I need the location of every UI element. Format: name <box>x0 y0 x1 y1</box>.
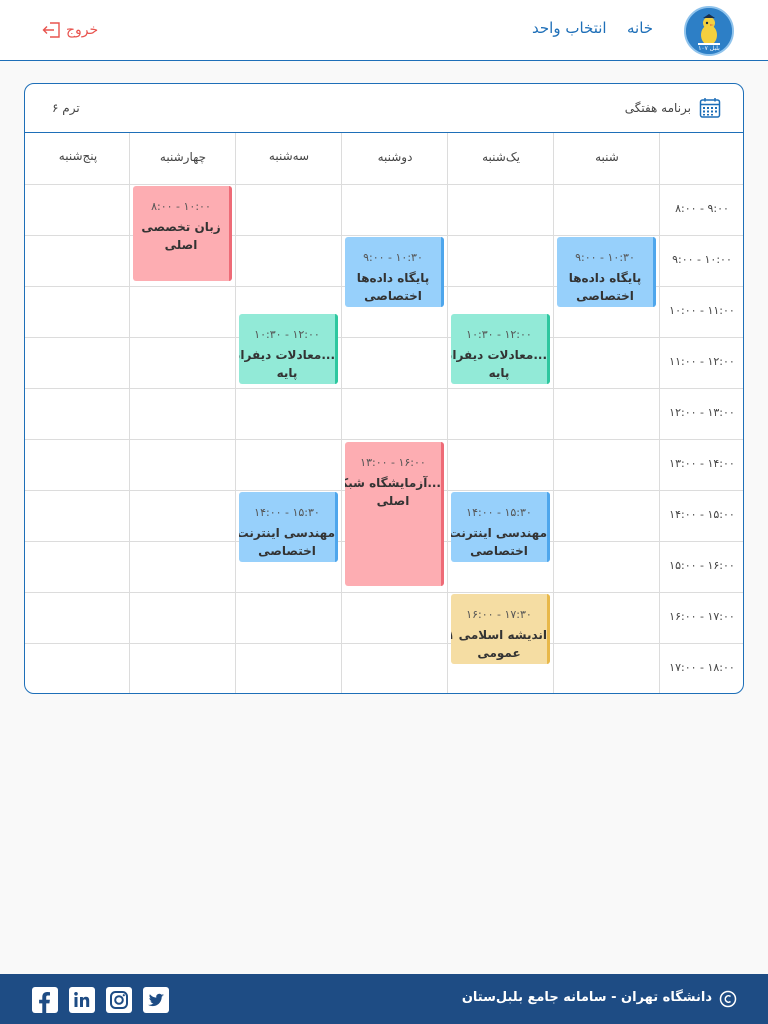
grid-hline <box>25 184 743 185</box>
class-time: ۱۰:۳۰ - ۱۲:۰۰ <box>466 328 532 341</box>
class-time: ۱۰:۳۰ - ۱۲:۰۰ <box>254 328 320 341</box>
grid-vline <box>447 133 448 693</box>
class-type: اختصاصی <box>470 544 528 558</box>
schedule-grid: شنبه یک‌شنبه دوشنبه سه‌شنبه چهارشنبه پنج… <box>25 133 743 693</box>
time-slot-label: ۹:۰۰ - ۱۰:۰۰ <box>672 253 732 266</box>
class-title: مهندسی اینترنت <box>451 526 547 540</box>
time-slot-label: ۱۱:۰۰ - ۱۲:۰۰ <box>669 355 735 368</box>
class-time: ۱۴:۰۰ - ۱۵:۳۰ <box>254 506 320 519</box>
grid-hline <box>25 592 743 593</box>
day-header-tuesday: سه‌شنبه <box>268 149 310 163</box>
class-block[interactable]: ۸:۰۰ - ۱۰:۰۰ زبان تخصصی اصلی <box>133 186 232 281</box>
time-slot-label: ۱۳:۰۰ - ۱۴:۰۰ <box>669 457 735 470</box>
nav-home-link[interactable]: خانه <box>627 19 653 37</box>
day-header-saturday: شنبه <box>595 150 619 164</box>
class-time: ۸:۰۰ - ۱۰:۰۰ <box>151 200 211 213</box>
class-block[interactable]: ۱۰:۳۰ - ۱۲:۰۰ ...معادلات دیفرانس پایه <box>451 314 550 384</box>
term-label: ترم ۶ <box>52 101 80 115</box>
grid-vline <box>553 133 554 693</box>
grid-vline <box>129 133 130 693</box>
logo-text: بلبل ۱۰۷ <box>698 45 720 52</box>
time-slot-label: ۱۵:۰۰ - ۱۶:۰۰ <box>669 559 735 572</box>
class-block[interactable]: ۹:۰۰ - ۱۰:۳۰ پایگاه داده‌ها اختصاصی <box>345 237 444 307</box>
grid-hline <box>25 337 743 338</box>
facebook-icon[interactable] <box>32 987 58 1013</box>
class-title: زبان تخصصی <box>141 220 221 234</box>
class-block[interactable]: ۱۰:۳۰ - ۱۲:۰۰ ...معادلات دیفرانس پایه <box>239 314 338 384</box>
class-title: ...آزمایشگاه شبک <box>345 476 441 490</box>
class-block[interactable]: ۱۳:۰۰ - ۱۶:۰۰ ...آزمایشگاه شبک اصلی <box>345 442 444 586</box>
class-type: عمومی <box>477 646 521 660</box>
time-slot-label: ۸:۰۰ - ۹:۰۰ <box>675 202 729 215</box>
class-title: اندیشه اسلامی ۱ <box>451 628 547 642</box>
class-title: پایگاه داده‌ها <box>568 271 642 285</box>
class-type: اصلی <box>376 494 410 508</box>
schedule-title: برنامه هفتگی <box>624 101 691 115</box>
nav-course-selection-link[interactable]: انتخاب واحد <box>532 19 607 37</box>
class-time: ۹:۰۰ - ۱۰:۳۰ <box>363 251 423 264</box>
copyright-icon <box>719 990 737 1008</box>
logout-label: خروج <box>66 22 99 38</box>
grid-hline <box>25 439 743 440</box>
class-title: مهندسی اینترنت <box>239 526 335 540</box>
linkedin-icon[interactable] <box>69 987 95 1013</box>
footer: دانشگاه تهران - سامانه جامع بلبل‌ستان <box>0 974 768 1024</box>
grid-vline <box>341 133 342 693</box>
day-header-sunday: یک‌شنبه <box>482 150 520 164</box>
class-type: پایه <box>488 366 510 380</box>
logout-icon <box>42 22 60 38</box>
class-time: ۱۴:۰۰ - ۱۵:۳۰ <box>466 506 532 519</box>
grid-hline <box>25 388 743 389</box>
class-block[interactable]: ۱۴:۰۰ - ۱۵:۳۰ مهندسی اینترنت اختصاصی <box>451 492 550 562</box>
class-title: پایگاه داده‌ها <box>356 271 430 285</box>
day-header-monday: دوشنبه <box>377 150 413 164</box>
university-logo[interactable]: بلبل ۱۰۷ <box>684 6 734 56</box>
class-time: ۹:۰۰ - ۱۰:۳۰ <box>575 251 635 264</box>
class-title: ...معادلات دیفرانس <box>239 348 335 362</box>
class-block[interactable]: ۱۴:۰۰ - ۱۵:۳۰ مهندسی اینترنت اختصاصی <box>239 492 338 562</box>
class-title: ...معادلات دیفرانس <box>451 348 547 362</box>
class-time: ۱۶:۰۰ - ۱۷:۳۰ <box>466 608 532 621</box>
class-type: پایه <box>276 366 298 380</box>
class-type: اصلی <box>164 238 198 252</box>
time-slot-label: ۱۶:۰۰ - ۱۷:۰۰ <box>669 610 735 623</box>
class-type: اختصاصی <box>258 544 316 558</box>
class-type: اختصاصی <box>364 289 422 303</box>
class-block[interactable]: ۱۶:۰۰ - ۱۷:۳۰ اندیشه اسلامی ۱ عمومی <box>451 594 550 664</box>
footer-text: دانشگاه تهران - سامانه جامع بلبل‌ستان <box>461 990 712 1005</box>
class-block[interactable]: ۹:۰۰ - ۱۰:۳۰ پایگاه داده‌ها اختصاصی <box>557 237 656 307</box>
time-slot-label: ۱۲:۰۰ - ۱۳:۰۰ <box>669 406 735 419</box>
logout-button[interactable]: خروج <box>42 19 98 41</box>
day-header-wednesday: چهارشنبه <box>159 150 207 164</box>
time-slot-label: ۱۴:۰۰ - ۱۵:۰۰ <box>669 508 735 521</box>
schedule-card-header: برنامه هفتگی ترم ۶ <box>25 84 743 133</box>
calendar-icon <box>699 98 721 118</box>
grid-hline <box>25 643 743 644</box>
weekly-schedule-card: برنامه هفتگی ترم ۶ شنبه یک‌شنبه دوشنبه س… <box>24 83 744 694</box>
day-header-thursday: پنج‌شنبه <box>58 149 98 163</box>
time-slot-label: ۱۰:۰۰ - ۱۱:۰۰ <box>669 304 735 317</box>
instagram-icon[interactable] <box>106 987 132 1013</box>
twitter-icon[interactable] <box>143 987 169 1013</box>
grid-vline <box>235 133 236 693</box>
time-slot-label: ۱۷:۰۰ - ۱۸:۰۰ <box>669 661 735 674</box>
class-type: اختصاصی <box>576 289 634 303</box>
top-navbar: بلبل ۱۰۷ خانه انتخاب واحد خروج <box>0 0 768 61</box>
class-time: ۱۳:۰۰ - ۱۶:۰۰ <box>360 456 426 469</box>
